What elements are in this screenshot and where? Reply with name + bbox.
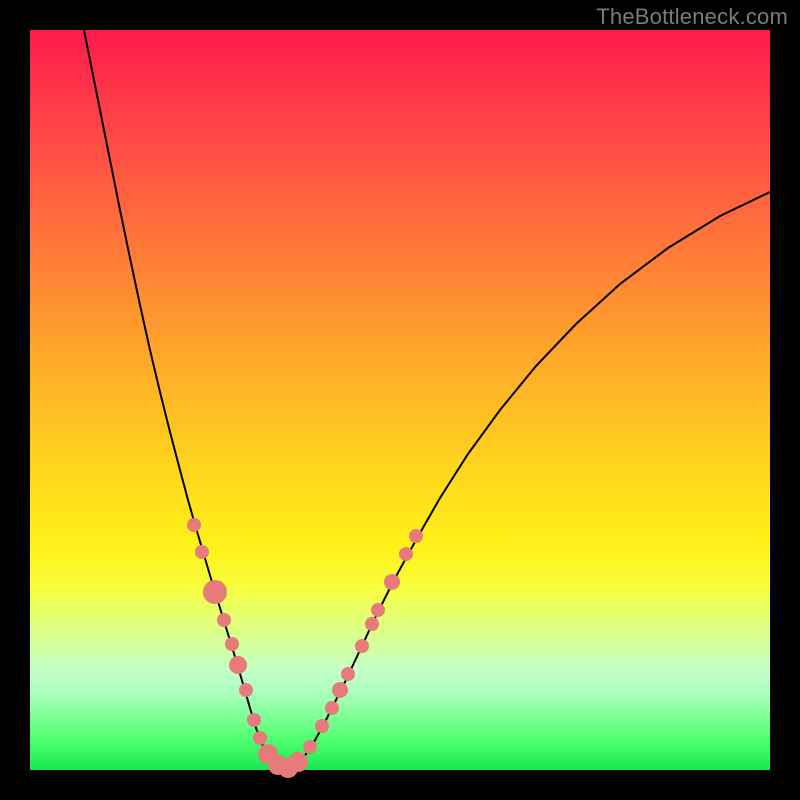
data-marker — [315, 719, 329, 733]
data-marker — [239, 683, 253, 697]
chart-plot-area — [30, 30, 770, 770]
data-marker — [195, 545, 209, 559]
data-marker — [355, 639, 369, 653]
data-marker — [399, 547, 413, 561]
data-marker — [217, 613, 231, 627]
data-marker — [187, 518, 201, 532]
data-marker — [203, 580, 227, 604]
curve-group — [84, 30, 770, 769]
data-marker — [225, 637, 239, 651]
data-marker — [332, 682, 348, 698]
data-marker — [341, 667, 355, 681]
data-marker — [247, 713, 261, 727]
watermark-text: TheBottleneck.com — [596, 4, 788, 30]
curve-left — [84, 30, 286, 769]
chart-svg — [30, 30, 770, 770]
data-marker — [384, 574, 400, 590]
data-marker — [325, 701, 339, 715]
data-marker — [288, 752, 308, 772]
data-marker — [303, 740, 317, 754]
data-marker — [409, 529, 423, 543]
data-marker — [365, 617, 379, 631]
chart-frame: TheBottleneck.com — [0, 0, 800, 800]
data-marker — [229, 656, 247, 674]
data-marker — [371, 603, 385, 617]
curve-right — [286, 192, 770, 769]
data-marker — [253, 731, 267, 745]
marker-group — [187, 518, 423, 778]
